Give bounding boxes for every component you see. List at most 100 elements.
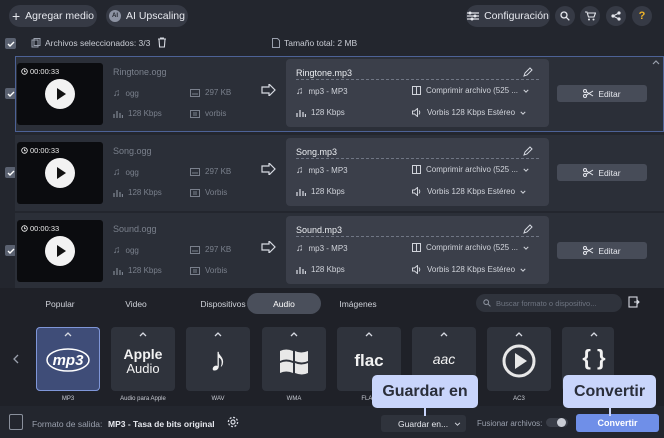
chevron-up-icon <box>515 332 523 337</box>
source-codec-text: vorbis <box>205 109 227 118</box>
output-format[interactable]: ♫ mp3 - MP3 <box>296 243 348 254</box>
speaker-icon <box>412 187 421 196</box>
pencil-icon[interactable] <box>523 224 533 234</box>
format-search-placeholder: Buscar formato o dispositivo... <box>496 298 597 308</box>
music-note-icon: ♫ <box>296 243 304 254</box>
audio-track-dropdown[interactable]: Vorbis 128 Kbps Estéreo <box>412 187 526 196</box>
windows-logo-icon <box>280 349 308 375</box>
plus-icon: + <box>11 8 21 24</box>
apple-audio-logo-icon: Apple Audio <box>111 346 175 377</box>
check-icon <box>7 41 14 47</box>
save-to-callout: Guardar en <box>372 375 478 416</box>
save-to-label: Guardar en... <box>398 418 449 429</box>
ai-upscaling-button[interactable]: AI AI Upscaling <box>106 5 188 27</box>
file-row[interactable]: 00:00:33 Song.ogg ♫ ogg 297 KB 128 Kbps … <box>15 135 664 211</box>
output-filename[interactable]: Ringtone.mp3 <box>296 68 352 78</box>
format-tab[interactable]: Audio <box>247 293 321 314</box>
source-filename: Ringtone.ogg <box>113 67 167 77</box>
format-tab-label: Video <box>125 298 147 309</box>
help-button[interactable]: ? <box>632 6 652 26</box>
scroll-up-button[interactable] <box>652 57 660 68</box>
chevron-up-icon <box>590 332 598 337</box>
format-item[interactable] <box>487 327 551 391</box>
delete-button[interactable] <box>157 37 167 51</box>
pencil-icon[interactable] <box>523 67 533 77</box>
output-filename[interactable]: Song.mp3 <box>296 147 337 157</box>
play-icon[interactable] <box>45 79 75 109</box>
file-row[interactable]: 00:00:33 Sound.ogg ♫ ogg 297 KB 128 Kbps… <box>15 213 664 289</box>
compress-dropdown[interactable]: Comprimir archivo (525 ... <box>412 165 529 174</box>
duration-text: 00:00:33 <box>30 67 60 76</box>
convert-arrow-icon <box>261 163 276 175</box>
add-media-button[interactable]: + Agregar medio <box>9 5 97 27</box>
output-format-settings-button[interactable] <box>227 416 239 431</box>
bitrate-icon <box>113 267 123 275</box>
toggle-knob <box>557 418 566 427</box>
aac-logo-icon: aac <box>432 351 456 367</box>
help-icon: ? <box>638 10 646 22</box>
output-filename[interactable]: Sound.mp3 <box>296 225 342 235</box>
share-button[interactable] <box>606 6 626 26</box>
search-button[interactable] <box>555 6 575 26</box>
merge-files-toggle[interactable] <box>546 418 568 427</box>
total-size-info: Tamaño total: 2 MB <box>272 38 357 48</box>
file-thumbnail[interactable]: 00:00:33 <box>17 142 103 204</box>
format-tab[interactable]: Popular <box>20 293 100 314</box>
source-size-text: 297 KB <box>205 88 232 97</box>
format-tab-label: Imágenes <box>339 298 377 309</box>
bitrate-icon <box>113 110 123 118</box>
chevron-down-icon <box>520 111 526 115</box>
output-format[interactable]: ♫ mp3 - MP3 <box>296 165 348 176</box>
source-size-text: 297 KB <box>205 167 232 176</box>
clock-icon <box>21 68 28 75</box>
format-tab[interactable]: Video <box>96 293 176 314</box>
edit-button[interactable]: Editar <box>557 164 647 181</box>
convert-button[interactable]: Convertir <box>576 414 659 432</box>
filename-underline <box>296 158 539 159</box>
flac-logo-icon: flac <box>354 351 384 370</box>
music-note-icon: ♪ <box>209 341 227 379</box>
format-tab-label: Audio <box>273 298 295 309</box>
output-format-value: MP3 - Tasa de bits original <box>108 419 215 429</box>
audio-track-dropdown[interactable]: Vorbis 128 Kbps Estéreo <box>412 265 526 274</box>
ac3-play-icon <box>502 344 536 378</box>
bitrate-icon <box>296 266 306 274</box>
compress-dropdown[interactable]: Comprimir archivo (525 ... <box>412 243 529 252</box>
chevron-up-icon <box>652 60 660 65</box>
format-item[interactable] <box>262 327 326 391</box>
hdd-icon <box>190 88 200 97</box>
export-button[interactable] <box>628 296 640 311</box>
play-icon[interactable] <box>45 236 75 266</box>
compress-icon <box>412 243 421 252</box>
edit-label: Editar <box>598 167 621 178</box>
cart-button[interactable] <box>580 6 600 26</box>
select-all-checkbox[interactable] <box>5 38 16 49</box>
file-row[interactable]: 00:00:33 Ringtone.ogg ♫ ogg 297 KB 128 K… <box>15 56 664 132</box>
scissors-icon <box>583 168 594 177</box>
source-codec: Vorbis <box>190 266 227 275</box>
formats-prev-button[interactable] <box>13 354 19 367</box>
pencil-icon[interactable] <box>523 146 533 156</box>
bitrate-icon <box>113 189 123 197</box>
audio-track-text: Vorbis 128 Kbps Estéreo <box>427 187 516 196</box>
speaker-icon <box>412 265 421 274</box>
edit-button[interactable]: Editar <box>557 85 647 102</box>
play-icon[interactable] <box>45 158 75 188</box>
format-item[interactable]: ♪ <box>186 327 250 391</box>
format-item[interactable]: mp3 <box>36 327 100 391</box>
convert-callout-text: Convertir <box>573 382 646 400</box>
format-item[interactable]: Apple Audio <box>111 327 175 391</box>
save-to-dropdown[interactable]: Guardar en... <box>381 415 466 432</box>
edit-button[interactable]: Editar <box>557 242 647 259</box>
settings-button[interactable]: Configuración <box>466 5 550 27</box>
file-thumbnail[interactable]: 00:00:33 <box>17 220 103 282</box>
format-search[interactable]: Buscar formato o dispositivo... <box>476 294 622 312</box>
compress-dropdown[interactable]: Comprimir archivo (525 ... <box>412 86 529 95</box>
file-thumbnail[interactable]: 00:00:33 <box>17 63 103 125</box>
output-format-label: Formato de salida: <box>32 419 103 429</box>
format-tab[interactable]: Imágenes <box>321 293 395 314</box>
audio-track-dropdown[interactable]: Vorbis 128 Kbps Estéreo <box>412 108 526 117</box>
output-format[interactable]: ♫ mp3 - MP3 <box>296 86 348 97</box>
output-format-text: mp3 - MP3 <box>308 87 348 96</box>
check-icon <box>7 91 14 97</box>
